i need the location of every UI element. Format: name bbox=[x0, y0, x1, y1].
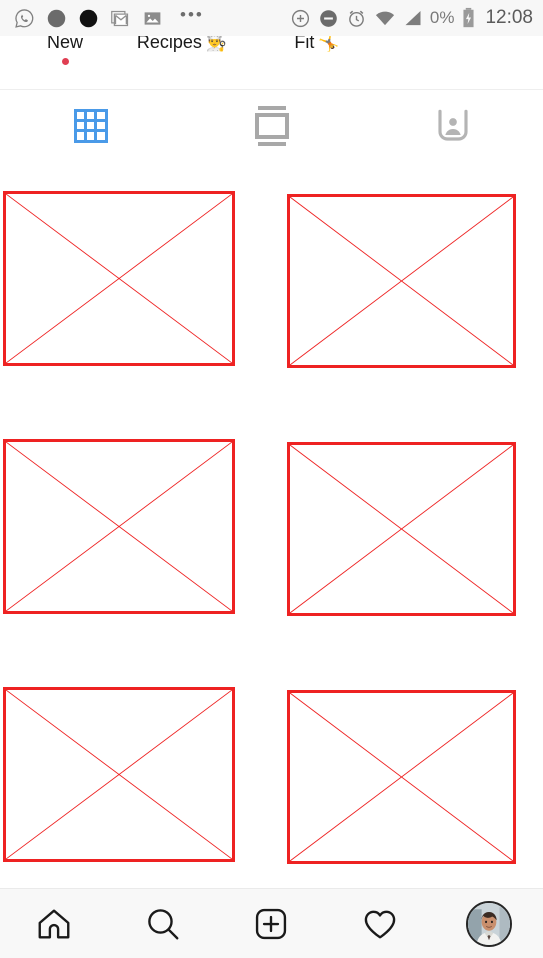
highlight-fit[interactable]: Fit 🤸 bbox=[252, 36, 382, 53]
nav-activity[interactable] bbox=[326, 889, 435, 958]
notification-overflow-icon: ••• bbox=[180, 4, 204, 24]
grid-post-2[interactable] bbox=[287, 194, 516, 368]
broken-image-placeholder bbox=[3, 439, 235, 614]
cartwheel-emoji-icon: 🤸 bbox=[318, 36, 340, 52]
highlight-unseen-dot bbox=[61, 58, 69, 65]
nav-home[interactable] bbox=[0, 889, 109, 958]
home-icon bbox=[38, 909, 70, 938]
grid-post-5[interactable] bbox=[3, 687, 235, 862]
carousel-icon bbox=[254, 105, 289, 146]
broken-image-placeholder bbox=[3, 687, 235, 862]
status-bar: ••• 0% 12:08 bbox=[0, 0, 543, 36]
plus-square-icon bbox=[256, 908, 287, 939]
bottom-navigation-bar bbox=[0, 888, 543, 958]
gray-circle-icon bbox=[46, 8, 67, 29]
story-highlights-row: New Recipes 👨‍🍳 Fit 🤸 bbox=[0, 36, 543, 88]
photos-icon bbox=[142, 8, 163, 29]
tab-tagged[interactable] bbox=[362, 90, 543, 161]
status-bar-system: 0% 12:08 bbox=[290, 7, 533, 29]
nav-search[interactable] bbox=[109, 889, 218, 958]
highlight-new[interactable]: New bbox=[0, 36, 130, 65]
heart-icon bbox=[364, 910, 396, 938]
avatar-person-photo bbox=[467, 902, 510, 945]
chef-emoji-icon: 👨‍🍳 bbox=[205, 36, 228, 52]
do-not-disturb-icon bbox=[318, 8, 339, 29]
grid-post-4[interactable] bbox=[287, 442, 516, 616]
tab-reels[interactable] bbox=[181, 90, 362, 161]
broken-image-placeholder bbox=[287, 690, 516, 864]
grid-post-3[interactable] bbox=[3, 439, 235, 614]
grid-icon bbox=[73, 108, 108, 143]
grid-post-6[interactable] bbox=[287, 690, 516, 864]
whatsapp-icon bbox=[14, 8, 35, 29]
profile-photo-grid bbox=[0, 161, 543, 888]
battery-percent-label: 0% bbox=[429, 8, 455, 27]
nav-profile[interactable] bbox=[434, 889, 543, 958]
battery-charging-icon bbox=[462, 7, 475, 29]
alarm-clock-icon bbox=[346, 8, 367, 29]
broken-image-placeholder bbox=[3, 191, 235, 366]
tab-grid[interactable] bbox=[0, 90, 181, 161]
highlight-label: New bbox=[46, 36, 83, 52]
broken-image-placeholder bbox=[287, 442, 516, 616]
highlight-label: Fit bbox=[294, 36, 315, 52]
profile-tab-bar bbox=[0, 89, 543, 161]
highlight-label: Recipes bbox=[136, 36, 202, 52]
nav-create[interactable] bbox=[217, 889, 326, 958]
clock-label: 12:08 bbox=[485, 7, 533, 28]
wifi-icon bbox=[374, 8, 396, 29]
gmail-icon bbox=[110, 8, 131, 29]
search-icon bbox=[148, 908, 179, 939]
highlight-recipes[interactable]: Recipes 👨‍🍳 bbox=[117, 36, 247, 53]
plus-circle-icon bbox=[290, 8, 311, 29]
tagged-person-icon bbox=[437, 109, 468, 141]
broken-image-placeholder bbox=[287, 194, 516, 368]
status-bar-notifications: ••• bbox=[14, 4, 210, 29]
black-circle-icon bbox=[78, 8, 99, 29]
grid-post-1[interactable] bbox=[3, 191, 235, 366]
cellular-signal-icon bbox=[403, 8, 423, 29]
profile-avatar bbox=[465, 900, 512, 947]
